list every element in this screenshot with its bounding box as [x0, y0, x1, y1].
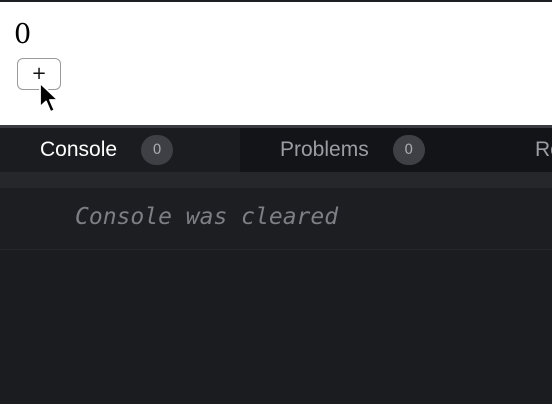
- console-cleared-message: Console was cleared: [75, 204, 339, 230]
- preview-pane: 0 +: [0, 0, 552, 126]
- tab-third-label: Re: [535, 138, 552, 161]
- counter-value: 0: [14, 19, 32, 50]
- problems-count-badge: 0: [392, 135, 425, 165]
- tab-problems-label: Problems: [280, 138, 369, 161]
- console-toolbar-strip: [0, 172, 552, 188]
- console-count-badge: 0: [141, 135, 174, 165]
- devtools-tabbar: Console 0 Problems 0 Re: [0, 128, 552, 172]
- tab-third[interactable]: Re: [535, 128, 552, 172]
- tab-problems[interactable]: Problems 0: [280, 128, 425, 172]
- console-log-entry: Console was cleared: [0, 188, 552, 250]
- tab-console-label: Console: [40, 138, 118, 161]
- mouse-pointer-icon: [39, 82, 59, 113]
- tab-console[interactable]: Console 0: [0, 128, 240, 172]
